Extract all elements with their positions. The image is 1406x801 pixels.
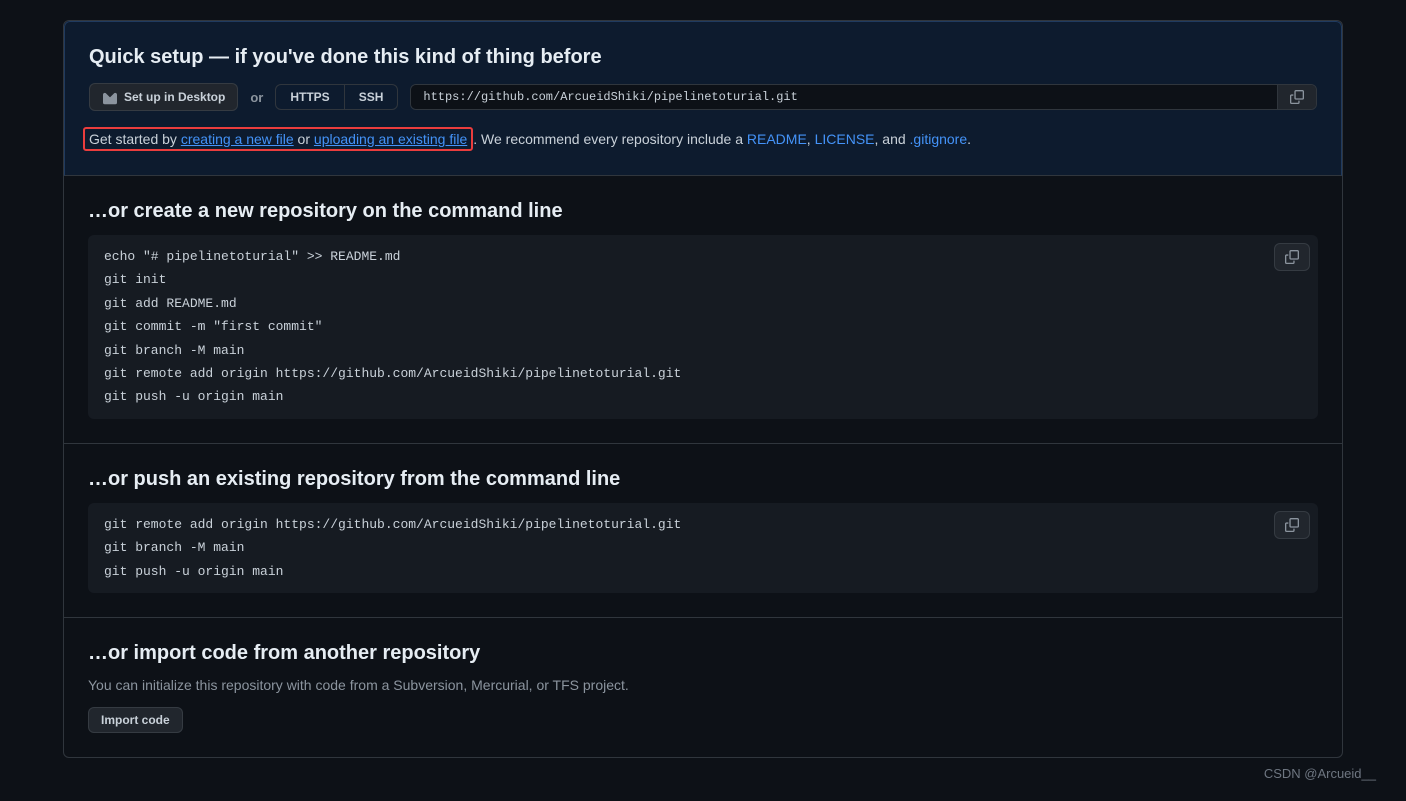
import-code-button[interactable]: Import code — [88, 707, 183, 733]
highlight-annotation: Get started by creating a new file or up… — [83, 127, 473, 151]
ssh-protocol-button[interactable]: SSH — [344, 85, 398, 109]
copy-icon — [1285, 250, 1299, 264]
create-repo-code[interactable]: echo "# pipelinetoturial" >> README.md g… — [104, 245, 1302, 409]
watermark-text: CSDN @Arcueid__ — [0, 758, 1406, 781]
or-separator: or — [250, 90, 263, 105]
setup-in-desktop-button[interactable]: Set up in Desktop — [89, 83, 238, 111]
quick-setup-title: Quick setup — if you've done this kind o… — [89, 46, 1317, 69]
repo-setup-box: Quick setup — if you've done this kind o… — [63, 20, 1343, 758]
quick-setup-panel: Quick setup — if you've done this kind o… — [64, 21, 1342, 176]
push-repo-code[interactable]: git remote add origin https://github.com… — [104, 513, 1302, 583]
setup-controls-row: Set up in Desktop or HTTPS SSH — [89, 83, 1317, 111]
https-protocol-button[interactable]: HTTPS — [276, 85, 343, 109]
gs-and: , and — [875, 131, 910, 147]
gs-c1: , — [807, 131, 815, 147]
license-link[interactable]: LICENSE — [815, 131, 875, 147]
create-repo-codeblock: echo "# pipelinetoturial" >> README.md g… — [88, 235, 1318, 419]
desktop-icon — [102, 89, 118, 105]
gs-or: or — [294, 131, 314, 147]
get-started-text: Get started by creating a new file or up… — [89, 127, 1317, 151]
upload-file-link[interactable]: uploading an existing file — [314, 131, 467, 147]
push-repo-title: …or push an existing repository from the… — [88, 468, 1318, 491]
create-repo-title: …or create a new repository on the comma… — [88, 200, 1318, 223]
copy-push-code-button[interactable] — [1274, 511, 1310, 539]
create-repo-section: …or create a new repository on the comma… — [64, 176, 1342, 444]
copy-icon — [1285, 518, 1299, 532]
gs-period: . — [967, 131, 971, 147]
readme-link[interactable]: README — [747, 131, 807, 147]
protocol-toggle: HTTPS SSH — [275, 84, 398, 110]
gs-suffix: . We recommend every repository include … — [473, 131, 747, 147]
desktop-btn-label: Set up in Desktop — [124, 90, 225, 104]
push-repo-codeblock: git remote add origin https://github.com… — [88, 503, 1318, 593]
gitignore-link[interactable]: .gitignore — [910, 131, 968, 147]
import-code-section: …or import code from another repository … — [64, 618, 1342, 757]
import-code-desc: You can initialize this repository with … — [88, 677, 1318, 693]
copy-icon — [1290, 90, 1304, 104]
copy-url-button[interactable] — [1277, 85, 1316, 109]
create-file-link[interactable]: creating a new file — [181, 131, 294, 147]
clone-url-group — [410, 84, 1317, 110]
import-code-title: …or import code from another repository — [88, 642, 1318, 665]
copy-create-code-button[interactable] — [1274, 243, 1310, 271]
gs-prefix: Get started by — [89, 131, 181, 147]
clone-url-input[interactable] — [411, 85, 1277, 109]
push-repo-section: …or push an existing repository from the… — [64, 444, 1342, 618]
